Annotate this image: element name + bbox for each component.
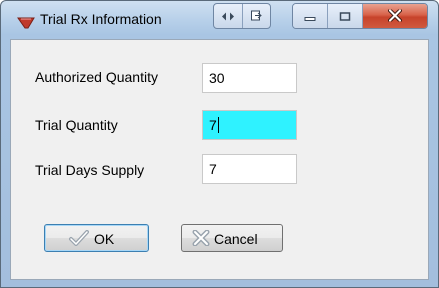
pill-icon (17, 15, 35, 29)
cancel-button-label: Cancel (214, 231, 258, 247)
title-bar[interactable]: Trial Rx Information (1, 1, 438, 39)
ok-button-label: OK (94, 231, 115, 247)
restore-page-button[interactable] (241, 4, 271, 28)
extra-caption-buttons (213, 3, 271, 29)
trial-quantity-value: 7 (209, 117, 217, 133)
ok-button[interactable]: OK (44, 224, 149, 252)
x-icon (192, 229, 210, 249)
dialog-body: Authorized Quantity 30 Trial Quantity 7 … (10, 39, 429, 280)
maximize-button[interactable] (328, 4, 363, 28)
dialog-window: Trial Rx Information Authorized Quantity… (0, 0, 439, 288)
trial-quantity-field[interactable]: 7 (202, 110, 297, 140)
close-icon (388, 7, 402, 26)
trial-days-supply-label: Trial Days Supply (35, 162, 145, 178)
cancel-button[interactable]: Cancel (181, 224, 283, 252)
trial-days-supply-value: 7 (209, 161, 217, 177)
minimize-icon (304, 7, 316, 26)
trial-days-supply-field[interactable]: 7 (202, 154, 297, 184)
arrows-button[interactable] (214, 4, 242, 28)
checkmark-icon (69, 230, 89, 249)
restore-page-icon (250, 7, 263, 26)
authorized-quantity-label: Authorized Quantity (35, 69, 158, 85)
close-button[interactable] (363, 4, 427, 28)
minimize-button[interactable] (293, 4, 328, 28)
window-title: Trial Rx Information (40, 11, 162, 27)
arrows-icon (221, 7, 235, 26)
authorized-quantity-value: 30 (209, 70, 225, 86)
window-controls (292, 3, 428, 29)
authorized-quantity-field[interactable]: 30 (202, 63, 297, 93)
maximize-icon (339, 7, 351, 26)
text-caret (217, 117, 219, 133)
trial-quantity-label: Trial Quantity (35, 117, 118, 133)
